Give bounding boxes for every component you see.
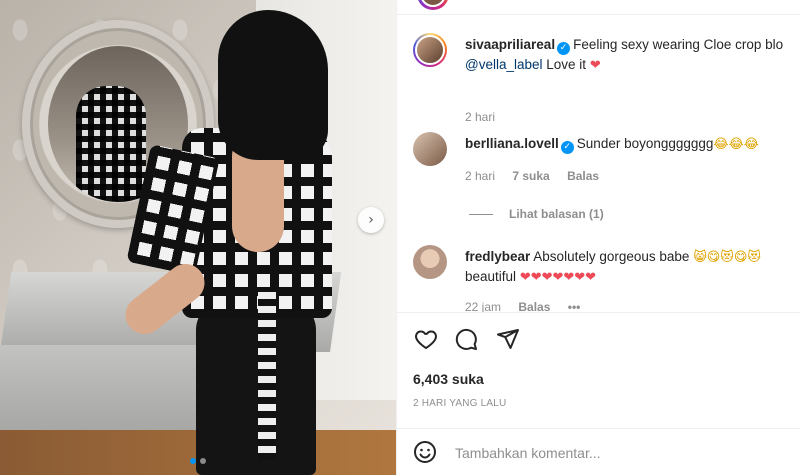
actions-divider <box>397 312 800 313</box>
reflection-figure <box>76 86 146 202</box>
header-avatar[interactable] <box>417 0 449 10</box>
caption-username[interactable]: sivaapriliareal <box>465 37 555 52</box>
view-replies-button[interactable]: Lihat balasan (1) <box>469 207 604 221</box>
caption-body: Feeling sexy wearing Cloe crop blo <box>573 37 784 52</box>
share-button[interactable] <box>495 326 521 352</box>
comment-time[interactable]: 2 hari <box>465 169 495 183</box>
comment-input[interactable] <box>455 441 785 465</box>
heart-emoji-icon: ❤❤❤❤❤❤❤ <box>519 270 597 285</box>
comment-likes[interactable]: 7 suka <box>512 169 549 183</box>
woman-hair <box>218 10 328 160</box>
caption-time[interactable]: 2 hari <box>465 110 495 124</box>
comment-meta: 22 jam Balas ••• <box>465 300 594 312</box>
carousel-next-button[interactable]: › <box>358 207 384 233</box>
comment-body: Absolutely gorgeous babe <box>533 249 690 264</box>
verified-badge-icon: ✓ <box>557 42 571 55</box>
comment-meta: 2 hari 7 suka Balas <box>465 169 613 183</box>
comment-username[interactable]: fredlybear <box>465 249 530 264</box>
tie-sash <box>258 290 276 460</box>
woman-legs <box>196 300 316 475</box>
comment-icon <box>455 328 477 350</box>
caption-meta: 2 hari <box>465 110 509 124</box>
caption-body-2: Love it <box>546 57 587 72</box>
post-side-panel: sivaapriliareal ✓ Feeling sexy wearing Clo… <box>396 0 800 475</box>
send-icon <box>497 329 519 349</box>
caption-text: sivaapriliareal ✓ Feeling sexy wearing Clo… <box>465 35 800 75</box>
comment-username[interactable]: berlliana.lovell <box>465 136 559 151</box>
heart-icon <box>415 330 437 349</box>
carousel-dot <box>200 458 206 464</box>
replies-line <box>469 213 493 215</box>
comments-list: sivaapriliareal ✓ Feeling sexy wearing Clo… <box>397 15 800 312</box>
comment-button[interactable] <box>453 326 479 352</box>
chevron-right-icon: › <box>368 212 374 228</box>
more-options-icon[interactable]: ••• <box>568 300 581 312</box>
laughing-emoji-icon: 😂😂😂 <box>713 137 759 152</box>
comment-time[interactable]: 22 jam <box>465 300 501 312</box>
carousel-dot-active <box>190 458 196 464</box>
carousel-dots <box>0 458 396 464</box>
comment-text: fredlybear Absolutely gorgeous babe 😸😋😻😋… <box>465 247 800 287</box>
reply-button[interactable]: Balas <box>567 169 599 183</box>
comment-body: Sunder boyonggggggg <box>576 136 714 151</box>
comment-text: berlliana.lovell ✓ Sunder boyonggggggg😂😂😂 <box>465 134 800 154</box>
avatar[interactable] <box>413 245 447 279</box>
verified-badge-icon: ✓ <box>560 141 574 154</box>
post-date: 2 HARI YANG LALU <box>413 398 507 409</box>
caption-mention[interactable]: @vella_label <box>465 57 543 72</box>
avatar[interactable] <box>413 33 447 67</box>
post-photo[interactable]: › <box>0 0 396 475</box>
emoji-picker-button[interactable] <box>413 440 439 466</box>
view-replies-label: Lihat balasan (1) <box>509 207 604 221</box>
comment-bar-divider <box>397 428 800 429</box>
avatar[interactable] <box>413 132 447 166</box>
cat-emoji-icon: 😸😋😻😋😻 <box>693 250 761 265</box>
like-button[interactable] <box>413 326 439 352</box>
reply-button[interactable]: Balas <box>518 300 550 312</box>
comment-body-2: beautiful <box>465 269 517 284</box>
smiley-icon <box>414 441 436 463</box>
likes-count[interactable]: 6,403 suka <box>413 371 484 387</box>
heart-emoji-icon: ❤ <box>589 58 601 73</box>
